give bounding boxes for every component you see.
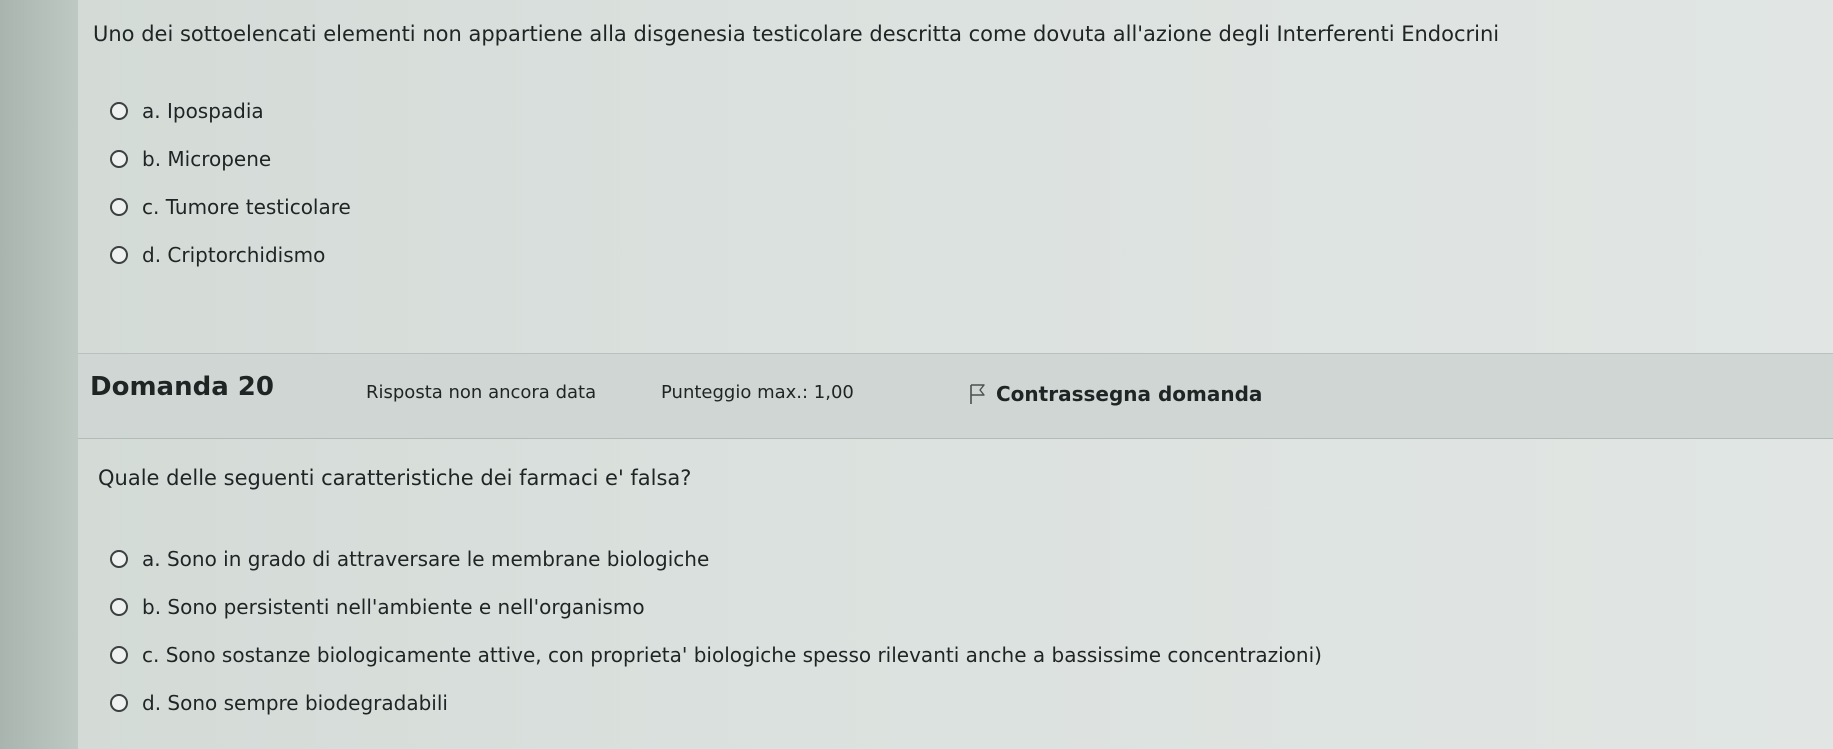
answer-label: c. Sono sostanze biologicamente attive, …	[142, 643, 1322, 667]
answer-option[interactable]: b. Sono persistenti nell'ambiente e nell…	[110, 583, 1322, 631]
answer-option[interactable]: c. Tumore testicolare	[110, 183, 351, 231]
quiz-page: Uno dei sottoelencati elementi non appar…	[0, 0, 1833, 749]
previous-answer-list: a. Ipospadia b. Micropene c. Tumore test…	[110, 87, 351, 279]
question-text: Quale delle seguenti caratteristiche dei…	[98, 466, 692, 490]
answer-status: Risposta non ancora data	[366, 382, 597, 403]
radio-button[interactable]	[110, 102, 128, 120]
flag-question-label: Contrassegna domanda	[996, 382, 1263, 406]
answer-option[interactable]: d. Criptorchidismo	[110, 231, 351, 279]
answer-label: b. Micropene	[142, 147, 272, 171]
previous-question-text: Uno dei sottoelencati elementi non appar…	[93, 22, 1500, 46]
question-info-bar: Domanda 20 Risposta non ancora data Punt…	[78, 353, 1833, 439]
radio-button[interactable]	[110, 694, 128, 712]
answer-label: d. Sono sempre biodegradabili	[142, 691, 448, 715]
answer-option[interactable]: a. Sono in grado di attraversare le memb…	[110, 535, 1322, 583]
radio-button[interactable]	[110, 598, 128, 616]
question-number: Domanda 20	[90, 372, 274, 402]
radio-button[interactable]	[110, 246, 128, 264]
answer-option[interactable]: a. Ipospadia	[110, 87, 351, 135]
left-margin	[0, 0, 78, 749]
answer-list: a. Sono in grado di attraversare le memb…	[110, 535, 1322, 727]
max-score: Punteggio max.: 1,00	[661, 382, 854, 403]
answer-option[interactable]: b. Micropene	[110, 135, 351, 183]
answer-option[interactable]: d. Sono sempre biodegradabili	[110, 679, 1322, 727]
radio-button[interactable]	[110, 646, 128, 664]
answer-label: b. Sono persistenti nell'ambiente e nell…	[142, 595, 645, 619]
flag-question-link[interactable]: Contrassegna domanda	[968, 382, 1262, 406]
answer-label: a. Sono in grado di attraversare le memb…	[142, 547, 710, 571]
flag-icon	[970, 384, 985, 404]
radio-button[interactable]	[110, 150, 128, 168]
answer-label: c. Tumore testicolare	[142, 195, 351, 219]
answer-label: a. Ipospadia	[142, 99, 264, 123]
answer-label: d. Criptorchidismo	[142, 243, 326, 267]
radio-button[interactable]	[110, 198, 128, 216]
answer-option[interactable]: c. Sono sostanze biologicamente attive, …	[110, 631, 1322, 679]
radio-button[interactable]	[110, 550, 128, 568]
